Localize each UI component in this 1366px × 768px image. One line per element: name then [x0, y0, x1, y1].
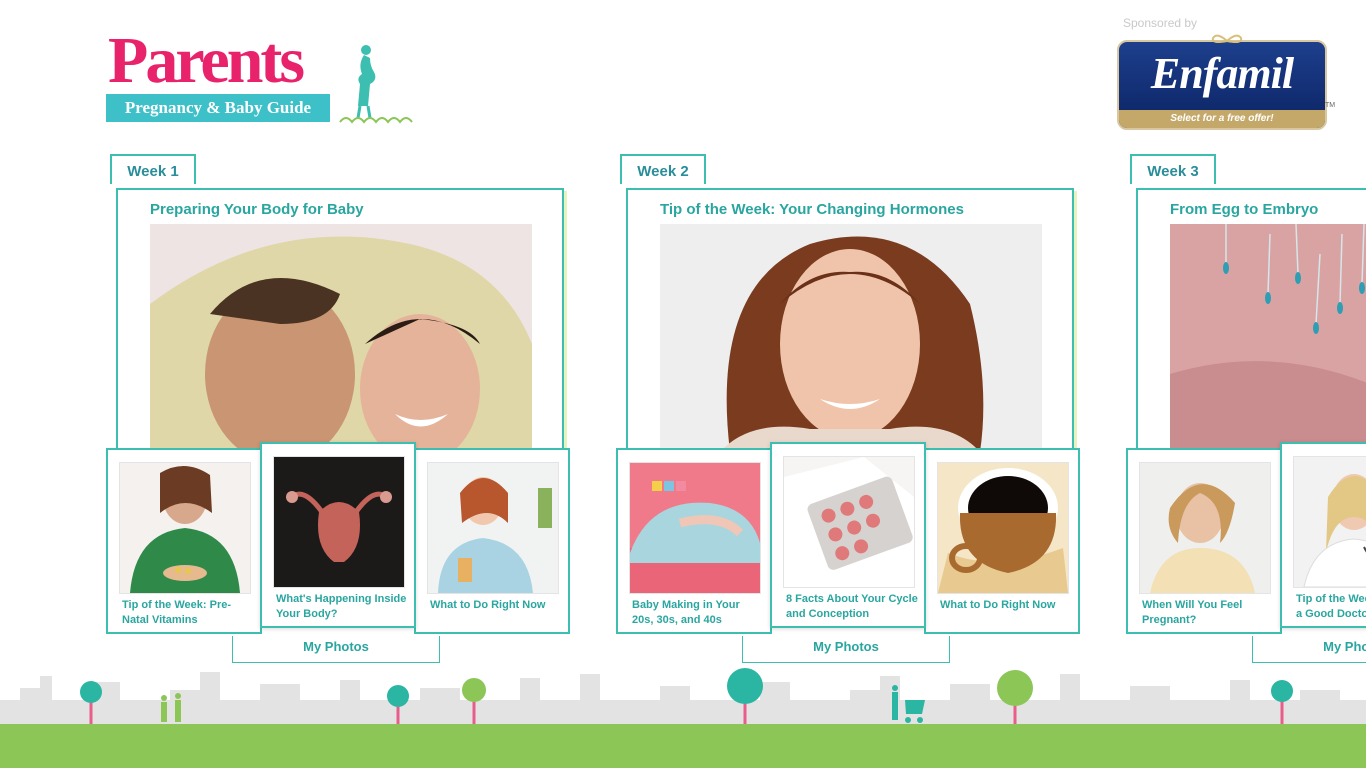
feature-title: Tip of the Week: Your Changing Hormones [660, 201, 964, 218]
sponsor-label: Sponsored by [1123, 16, 1198, 30]
sponsor-banner[interactable]: Sponsored by Enfamil Select for a free o… [1113, 14, 1338, 130]
logo-wordmark: Parents [108, 24, 305, 97]
logo-tagline: Pregnancy & Baby Guide [106, 94, 330, 122]
article-label: Baby Making in Your 20s, 30s, and 40s [632, 599, 740, 626]
feature-card[interactable]: From Egg to Embryo [1136, 188, 1366, 454]
sponsor-tm: TM [1325, 102, 1336, 109]
embryo-photo [1170, 224, 1366, 452]
week-tab: Week 3 [1130, 154, 1216, 184]
skyline-decoration [0, 668, 1366, 768]
article-label: Tip of the Week: Pre-Natal Vitamins [122, 599, 232, 626]
uterus-thumbnail [273, 456, 405, 588]
week-tab: Week 1 [110, 154, 196, 184]
sponsor-brand: Enfamil [1150, 49, 1294, 98]
doctor-thumbnail [1293, 456, 1366, 588]
couple-photo [150, 224, 532, 452]
week-3-section: Week 3 From Egg to Embryo When Will You … [1126, 154, 1366, 674]
my-photos-button[interactable]: My Photos [1252, 636, 1366, 663]
article-row: Tip of the Week: Pre-Natal Vitamins What… [106, 442, 576, 640]
article-card[interactable]: 8 Facts About Your Cycle and Conception [770, 442, 926, 628]
article-card[interactable]: Tip of the Week: Choose a Good Doctor [1280, 442, 1366, 628]
article-card[interactable]: What to Do Right Now [414, 448, 570, 634]
article-row: When Will You Feel Pregnant? Tip of the … [1126, 442, 1366, 640]
article-card[interactable]: What to Do Right Now [924, 448, 1080, 634]
woman-juice-thumbnail [427, 462, 559, 594]
feature-title: Preparing Your Body for Baby [150, 201, 364, 218]
pregnant-woman-icon [339, 45, 413, 124]
woman-thumbnail [1139, 462, 1271, 594]
woman-vitamins-thumbnail [119, 462, 251, 594]
ribbon-bow-icon [1211, 34, 1243, 43]
article-label: What to Do Right Now [940, 599, 1056, 611]
week-tab: Week 2 [620, 154, 706, 184]
sponsor-cta: Select for a free offer! [1119, 110, 1325, 128]
coffee-thumbnail [937, 462, 1069, 594]
feature-title: From Egg to Embryo [1170, 201, 1319, 218]
article-card[interactable]: Baby Making in Your 20s, 30s, and 40s [616, 448, 772, 634]
article-card[interactable]: What's Happening Inside Your Body? [260, 442, 416, 628]
article-label: 8 Facts About Your Cycle and Conception [786, 593, 918, 620]
woman-photo [660, 224, 1042, 452]
feature-card[interactable]: Preparing Your Body for Baby [116, 188, 564, 454]
my-photos-button[interactable]: My Photos [232, 636, 440, 663]
week-2-section: Week 2 Tip of the Week: Your Changing Ho… [616, 154, 1096, 674]
parents-logo: Parents Pregnancy & Baby Guide [106, 26, 416, 130]
pregnant-belly-thumbnail [629, 462, 761, 594]
article-label: Tip of the Week: Choose a Good Doctor [1296, 593, 1366, 620]
feature-card[interactable]: Tip of the Week: Your Changing Hormones [626, 188, 1074, 454]
article-label: When Will You Feel Pregnant? [1142, 599, 1243, 626]
enfamil-badge[interactable]: Enfamil Select for a free offer! [1117, 40, 1327, 130]
week-1-section: Week 1 Preparing Your Body for Baby Tip … [106, 154, 586, 674]
article-label: What's Happening Inside Your Body? [276, 593, 407, 620]
article-row: Baby Making in Your 20s, 30s, and 40s 8 … [616, 442, 1086, 640]
pills-thumbnail [783, 456, 915, 588]
article-label: What to Do Right Now [430, 599, 546, 611]
article-card[interactable]: When Will You Feel Pregnant? [1126, 448, 1282, 634]
article-card[interactable]: Tip of the Week: Pre-Natal Vitamins [106, 448, 262, 634]
my-photos-button[interactable]: My Photos [742, 636, 950, 663]
